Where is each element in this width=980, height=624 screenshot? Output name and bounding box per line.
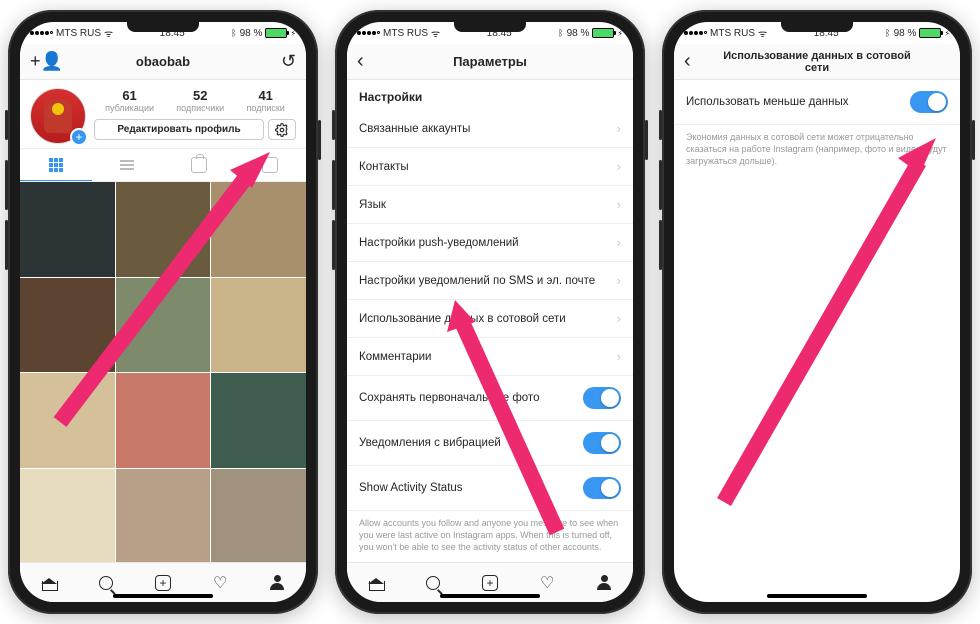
settings-toggle-row[interactable]: Сохранять первоначальные фото — [347, 376, 633, 421]
chevron-right-icon: › — [617, 197, 621, 212]
heart-icon: ♡ — [213, 573, 227, 593]
photo-thumbnail[interactable] — [211, 278, 306, 373]
photo-thumbnail[interactable] — [116, 278, 211, 373]
row-label: Связанные аккаунты — [359, 123, 617, 135]
back-button[interactable]: ‹ — [357, 50, 364, 73]
row-label: Контакты — [359, 161, 617, 173]
photo-thumbnail[interactable] — [116, 469, 211, 562]
charging-icon: ⚡︎ — [290, 29, 296, 38]
plus-icon: + — [155, 575, 171, 591]
toggle-switch[interactable] — [583, 432, 621, 454]
edit-profile-button[interactable]: Редактировать профиль — [94, 119, 264, 140]
data-footnote: Экономия данных в сотовой сети может отр… — [674, 125, 960, 177]
bluetooth-icon: ᛒ — [231, 28, 236, 38]
settings-row[interactable]: Настройки push-уведомлений› — [347, 224, 633, 262]
settings-row[interactable]: Комментарии› — [347, 338, 633, 376]
nav-profile[interactable] — [576, 563, 633, 602]
settings-button[interactable] — [268, 119, 296, 140]
history-icon[interactable] — [281, 51, 296, 72]
settings-toggle-row[interactable]: Уведомления с вибрацией — [347, 421, 633, 466]
nav-profile[interactable] — [249, 563, 306, 602]
toggle-label: Использовать меньше данных — [686, 96, 910, 108]
photo-thumbnail[interactable] — [211, 182, 306, 277]
back-button[interactable]: ‹ — [684, 50, 691, 73]
settings-row[interactable]: Настройки уведомлений по SMS и эл. почте… — [347, 262, 633, 300]
settings-toggle-row[interactable]: Show Activity Status — [347, 466, 633, 511]
photo-thumbnail[interactable] — [20, 182, 115, 277]
carrier: MTS RUS — [56, 28, 101, 39]
photo-thumbnail[interactable] — [116, 182, 211, 277]
chevron-right-icon: › — [617, 273, 621, 288]
chevron-right-icon: › — [617, 121, 621, 136]
row-label: Использование данных в сотовой сети — [359, 313, 617, 325]
profile-header: +👤 obaobab — [20, 44, 306, 80]
grid-icon — [49, 158, 63, 172]
person-icon — [269, 575, 285, 591]
settings-header: ‹ Параметры — [347, 44, 633, 80]
page-title: Параметры — [393, 54, 587, 69]
add-user-icon[interactable]: +👤 — [30, 51, 63, 72]
row-label: Настройки push-уведомлений — [359, 237, 617, 249]
row-label: Язык — [359, 199, 617, 211]
tab-tagged[interactable] — [163, 149, 235, 181]
settings-row[interactable]: Язык› — [347, 186, 633, 224]
home-icon — [41, 575, 57, 591]
search-icon — [99, 576, 113, 590]
row-label: Сохранять первоначальные фото — [359, 392, 583, 404]
row-label: Комментарии — [359, 351, 617, 363]
stat-posts[interactable]: 61публикации — [105, 88, 154, 113]
activity-footnote: Allow accounts you follow and anyone you… — [347, 511, 633, 562]
nav-home[interactable] — [347, 563, 404, 602]
toggle-switch[interactable] — [583, 477, 621, 499]
use-less-data-toggle[interactable] — [910, 91, 948, 113]
username[interactable]: obaobab — [66, 54, 260, 69]
page-title: Использование данных в сотовой сети — [720, 50, 914, 74]
photos-of-you-icon — [191, 157, 207, 173]
settings-row[interactable]: Использование данных в сотовой сети› — [347, 300, 633, 338]
tab-saved[interactable] — [235, 149, 307, 181]
battery-pct: 98 % — [240, 28, 263, 39]
settings-row[interactable]: Контакты› — [347, 148, 633, 186]
add-story-badge[interactable]: + — [70, 128, 88, 146]
stat-followers[interactable]: 52подписчики — [176, 88, 224, 113]
row-label: Show Activity Status — [359, 482, 583, 494]
tab-grid[interactable] — [20, 149, 92, 181]
chevron-right-icon: › — [617, 311, 621, 326]
nav-home[interactable] — [20, 563, 77, 602]
section-header: Настройки — [347, 80, 633, 110]
chevron-right-icon: › — [617, 159, 621, 174]
signal-icon — [30, 31, 53, 35]
tab-list[interactable] — [92, 149, 164, 181]
photo-thumbnail[interactable] — [211, 469, 306, 562]
photo-thumbnail[interactable] — [116, 373, 211, 468]
list-icon — [120, 160, 134, 170]
cellular-header: ‹ Использование данных в сотовой сети — [674, 44, 960, 80]
use-less-data-row[interactable]: Использовать меньше данных — [674, 80, 960, 125]
saved-icon — [262, 157, 278, 173]
photo-thumbnail[interactable] — [20, 469, 115, 562]
settings-row[interactable]: Связанные аккаунты› — [347, 110, 633, 148]
gear-icon — [275, 123, 289, 137]
battery-icon — [265, 28, 287, 38]
stat-following[interactable]: 41подписки — [247, 88, 285, 113]
photo-thumbnail[interactable] — [20, 278, 115, 373]
avatar[interactable]: + — [30, 88, 86, 144]
row-label: Настройки уведомлений по SMS и эл. почте — [359, 275, 617, 287]
photo-thumbnail[interactable] — [20, 373, 115, 468]
wifi-icon: ᯤ — [104, 26, 113, 40]
photo-thumbnail[interactable] — [211, 373, 306, 468]
row-label: Уведомления с вибрацией — [359, 437, 583, 449]
chevron-right-icon: › — [617, 235, 621, 250]
chevron-right-icon: › — [617, 349, 621, 364]
photo-grid — [20, 182, 306, 562]
toggle-switch[interactable] — [583, 387, 621, 409]
